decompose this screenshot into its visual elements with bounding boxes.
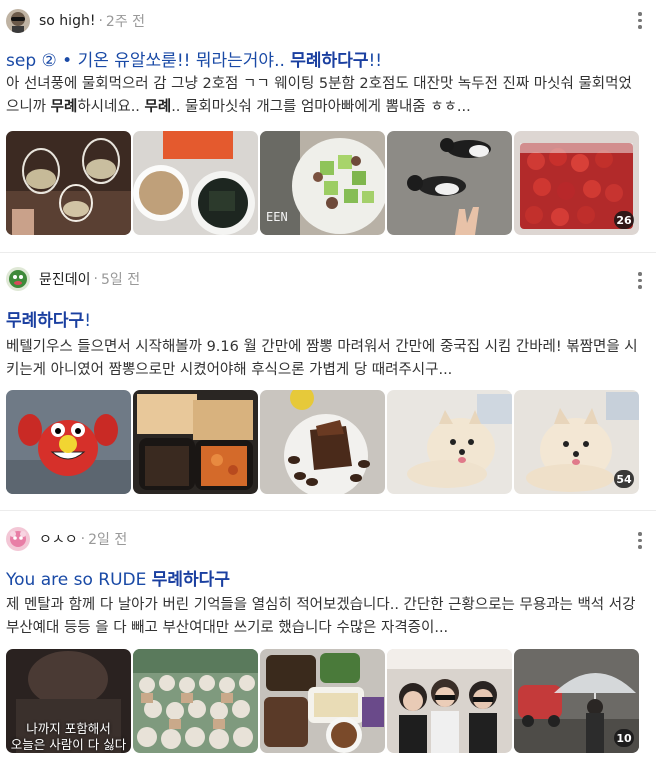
title-keyword: 무례하다구 (290, 51, 369, 71)
post-title[interactable]: 무례하다구! (6, 306, 91, 331)
title-suffix: !! (368, 51, 383, 71)
white-dog-closeup-photo[interactable]: 54 (514, 390, 639, 494)
separator-dot: · (93, 271, 98, 287)
more-options-icon[interactable] (638, 12, 642, 29)
group-photo[interactable] (387, 649, 512, 753)
post-card[interactable]: ㅇㅅㅇ · 2일 전 You are so RUDE 무례하다구 제 멘탈과 함… (0, 510, 656, 765)
cats-on-ground-photo[interactable] (387, 131, 512, 235)
title-suffix: ! (84, 311, 92, 331)
side-dishes-photo[interactable] (260, 649, 385, 753)
post-header: ㅇㅅㅇ · 2일 전 (6, 526, 127, 552)
post-time: 5일 전 (100, 272, 141, 288)
cucumber-salad-photo[interactable]: EEN (260, 131, 385, 235)
avatar[interactable] (6, 527, 30, 551)
figurines-photo[interactable] (133, 649, 258, 753)
more-options-icon[interactable] (638, 532, 642, 549)
photo-count-badge: 10 (614, 729, 634, 747)
photo-count-badge: 54 (614, 470, 634, 488)
post-card[interactable]: 뮨진데이 · 5일 전 무례하다구! 베텔기우스 들으면서 시작해볼까 9.16… (0, 252, 656, 511)
excerpt-text: 제 멘탈과 함께 다 날아가 버린 기억들을 열심히 적어보겠습니다.. 간단한… (6, 597, 636, 636)
post-excerpt[interactable]: 아 선녀풍에 물회먹으러 감 그냥 2호점 ㄱㄱ 웨이팅 5분함 2호점도 대잔… (6, 73, 642, 119)
post-title[interactable]: You are so RUDE 무례하다구 (6, 565, 230, 590)
excerpt-keyword: 무례 (144, 99, 172, 115)
dark-screenshot-photo[interactable]: 나까지 포함해서 오늘은 사람이 다 싫다 (6, 649, 131, 753)
thumbnail-strip: EEN 26 (6, 131, 639, 235)
title-keyword: 무례하다구 (151, 570, 230, 590)
separator-dot: · (80, 531, 86, 547)
more-options-icon[interactable] (638, 272, 642, 289)
rice-and-seaweed-photo[interactable] (133, 131, 258, 235)
chocolate-dessert-photo[interactable] (260, 390, 385, 494)
thumbnail-strip: 나까지 포함해서 오늘은 사람이 다 싫다 10 (6, 649, 639, 753)
excerpt-text: 하시네요.. (77, 99, 145, 115)
strawberries-photo[interactable]: 26 (514, 131, 639, 235)
post-header: so high! · 2주 전 (6, 8, 145, 34)
svg-text:EEN: EEN (266, 210, 288, 224)
post-excerpt[interactable]: 제 멘탈과 함께 다 날아가 버린 기억들을 열심히 적어보겠습니다.. 간단한… (6, 594, 642, 640)
excerpt-text: .. 물회마싯숴 개그를 엄마아빠에게 뽐내줌 ㅎㅎ... (171, 99, 471, 115)
separator-dot: · (98, 13, 103, 29)
author-name[interactable]: 뮨진데이 (39, 269, 91, 289)
post-excerpt[interactable]: 베텔기우스 들으면서 시작해볼까 9.16 월 간만에 짬뽕 마려워서 간만에 … (6, 336, 642, 382)
wine-glasses-photo[interactable] (6, 131, 131, 235)
author-name[interactable]: so high! (39, 13, 95, 29)
avatar[interactable] (6, 9, 30, 33)
overlay-caption: 나까지 포함해서 (26, 721, 111, 736)
excerpt-keyword: 무례 (50, 99, 78, 115)
post-time: 2주 전 (105, 14, 146, 30)
thumbnail-strip: 54 (6, 390, 639, 494)
title-keyword: 무례하다구 (6, 311, 85, 331)
title-text: sep ② • 기온 유알쏘룯!! 뭐라는거야.. (6, 51, 291, 71)
post-title[interactable]: sep ② • 기온 유알쏘룯!! 뭐라는거야.. 무례하다구!! (6, 46, 382, 71)
excerpt-text: 베텔기우스 들으면서 시작해볼까 9.16 월 간만에 짬뽕 마려워서 간만에 … (6, 339, 638, 378)
post-time: 2일 전 (88, 532, 128, 548)
overlay-caption: 오늘은 사람이 다 싫다 (10, 737, 127, 752)
post-header: 뮨진데이 · 5일 전 (6, 266, 140, 292)
author-name[interactable]: ㅇㅅㅇ (39, 529, 78, 549)
post-card[interactable]: so high! · 2주 전 sep ② • 기온 유알쏘룯!! 뭐라는거야.… (0, 0, 656, 253)
white-dog-photo[interactable] (387, 390, 512, 494)
crab-cartoon-photo[interactable] (6, 390, 131, 494)
umbrella-street-photo[interactable]: 10 (514, 649, 639, 753)
photo-count-badge: 26 (614, 211, 634, 229)
title-text: You are so RUDE (6, 570, 152, 590)
chinese-food-photo[interactable] (133, 390, 258, 494)
avatar[interactable] (6, 267, 30, 291)
